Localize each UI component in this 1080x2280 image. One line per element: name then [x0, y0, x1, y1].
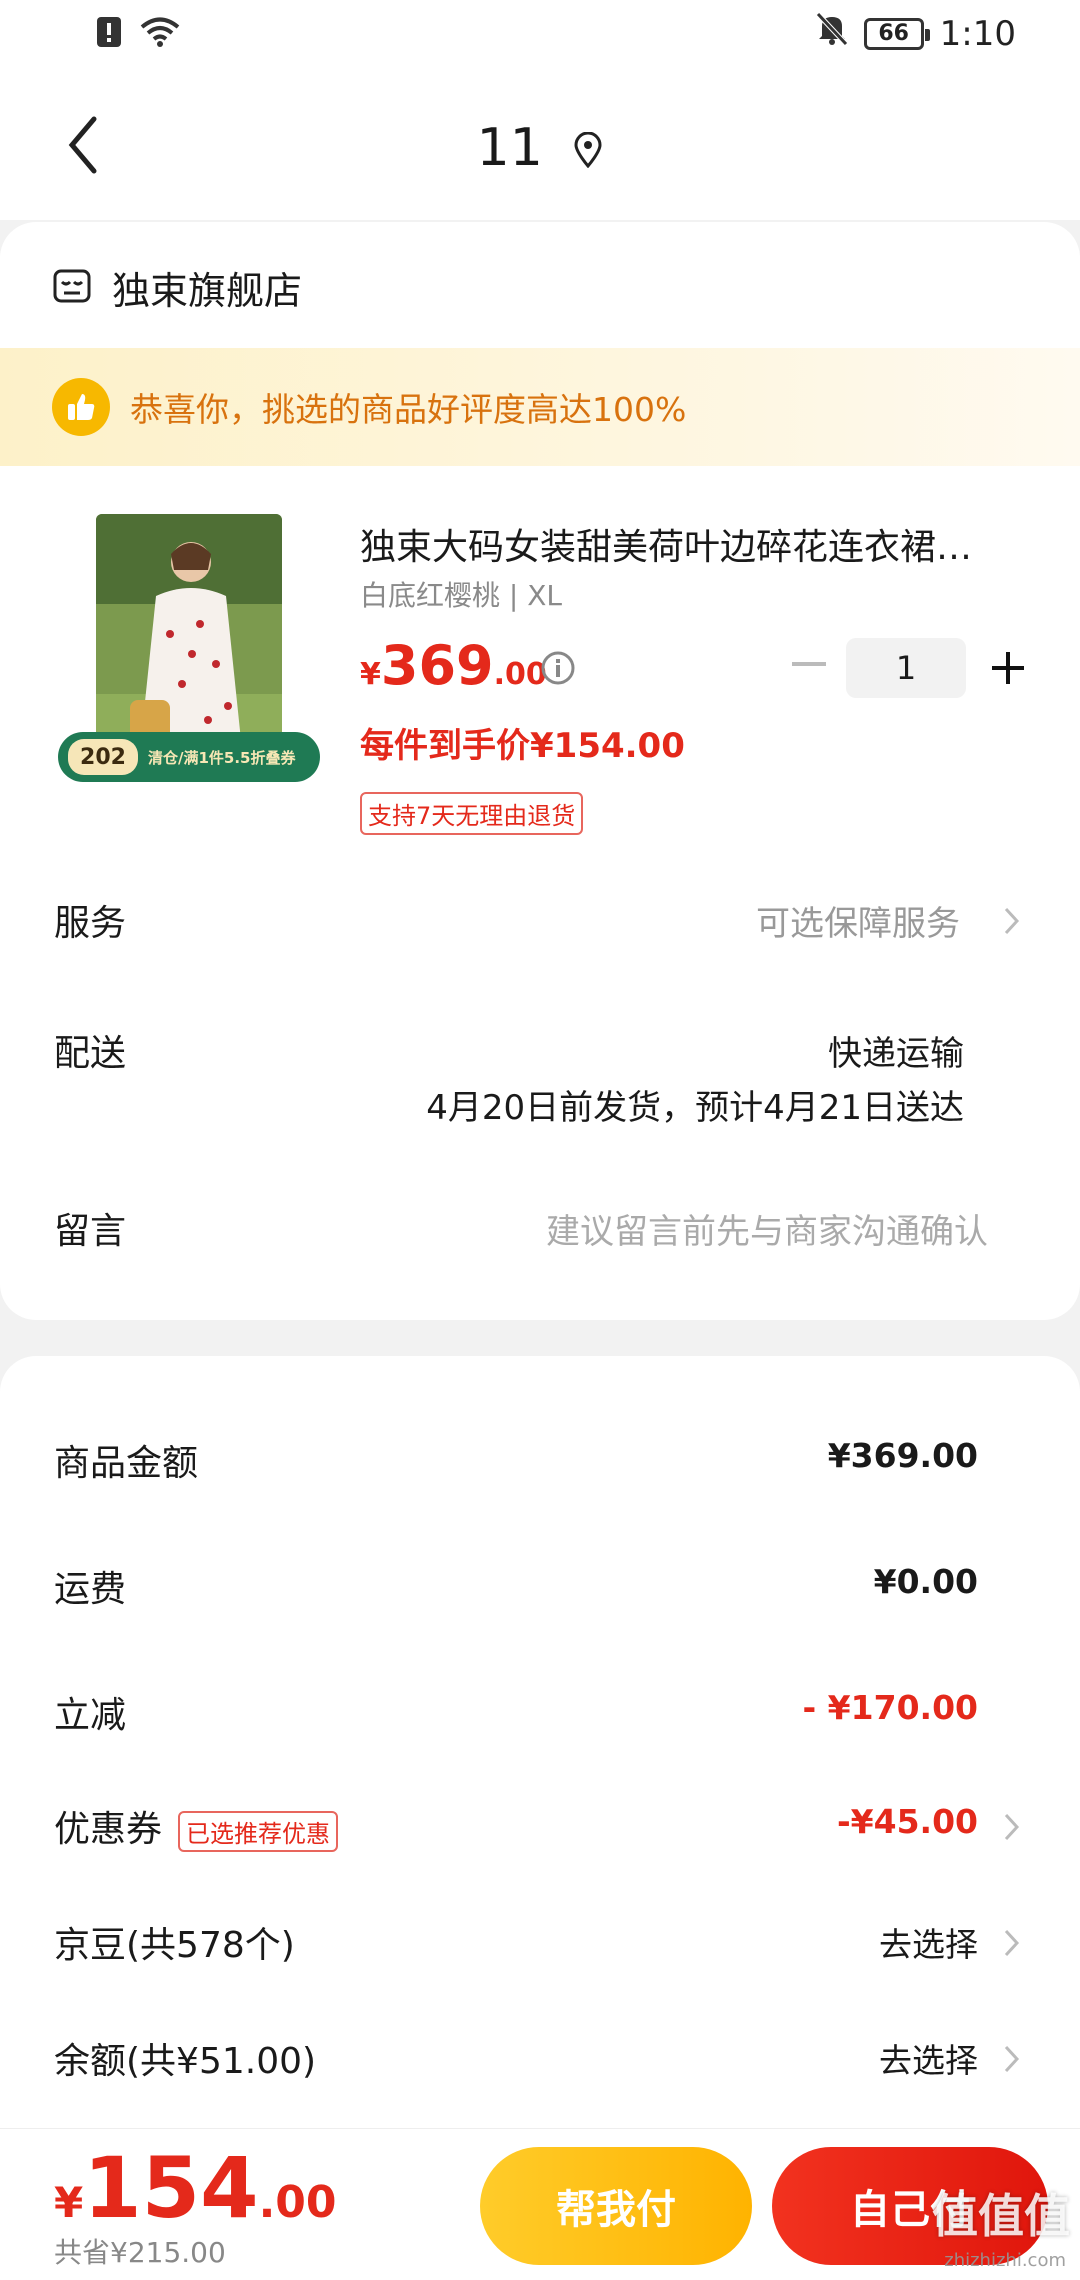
- shipping-label: 运费: [54, 1569, 127, 1610]
- return-policy-badge: 支持7天无理由退货: [360, 792, 584, 835]
- product-price: ¥369.00: [360, 634, 547, 697]
- order-item-card: 独束旗舰店 恭喜你，挑选的商品好评度高达100% 202 清仓/满1件5.5折叠…: [0, 222, 1080, 1320]
- praise-text: 恭喜你，挑选的商品好评度高达100%: [130, 390, 687, 429]
- service-selector[interactable]: 可选保障服务: [756, 896, 960, 945]
- alert-icon: [96, 16, 122, 52]
- chevron-right-icon: [1002, 1812, 1020, 1842]
- coupon-label: 优惠券: [54, 1809, 163, 1850]
- product-title[interactable]: 独束大码女装甜美荷叶边碎花连衣裙…: [360, 518, 1030, 570]
- quantity-increase-button[interactable]: [986, 646, 1030, 690]
- goods-amount-value: ¥369.00: [827, 1436, 978, 1475]
- jd-beans-label: 京豆(共578个): [54, 1925, 295, 1966]
- discount-value: - ¥170.00: [802, 1688, 979, 1727]
- battery-icon: 66: [863, 17, 930, 50]
- coupon-badge-number: 202: [68, 739, 138, 775]
- jd-beans-select[interactable]: 去选择: [879, 1918, 978, 1966]
- location-pin-icon: [573, 121, 603, 181]
- coupon-row[interactable]: 优惠券 已选推荐优惠: [54, 1800, 339, 1852]
- product-spec[interactable]: 白底红樱桃 | XL: [360, 574, 562, 614]
- order-confirm-screen: 66 1:10 11 独束旗舰店 恭喜你，挑选的商品好评度高达100% 202 …: [0, 0, 1080, 2280]
- nav-bar: 11: [0, 72, 1080, 220]
- total-symbol: ¥: [54, 2178, 84, 2227]
- delivery-method[interactable]: 快递运输: [828, 1026, 964, 1075]
- status-bar: 66 1:10: [0, 0, 1080, 72]
- total-decimal: .00: [258, 2177, 337, 2228]
- message-input[interactable]: 建议留言前先与商家沟通确认: [546, 1204, 988, 1253]
- chevron-right-icon: [1002, 2044, 1020, 2074]
- store-icon: [52, 266, 92, 310]
- watermark-url: zhizhizhi.com: [944, 2250, 1066, 2271]
- unit-final-price: 每件到手价¥154.00: [360, 726, 685, 766]
- shipping-value: ¥0.00: [873, 1562, 978, 1601]
- service-label: 服务: [54, 903, 127, 944]
- checkout-bar: ¥154.00 共省¥215.00 帮我付 自己付: [0, 2128, 1080, 2280]
- chevron-right-icon: [1002, 906, 1020, 936]
- total-saved: 共省¥215.00: [54, 2236, 226, 2269]
- price-integer: 369: [380, 634, 494, 697]
- info-icon[interactable]: [540, 650, 576, 690]
- chevron-right-icon: [1002, 1928, 1020, 1958]
- page-title: 11: [476, 118, 543, 178]
- delivery-label: 配送: [54, 1033, 127, 1074]
- coupon-badge-text: 清仓/满1件5.5折叠券: [148, 748, 296, 767]
- coupon-value[interactable]: -¥45.00: [837, 1802, 978, 1841]
- goods-amount-label: 商品金额: [54, 1443, 199, 1484]
- balance-select[interactable]: 去选择: [879, 2034, 978, 2082]
- quantity-field[interactable]: 1: [846, 638, 966, 698]
- quantity-decrease-button[interactable]: [792, 662, 826, 666]
- thumbs-up-icon: [52, 378, 110, 436]
- wifi-icon: [140, 16, 180, 52]
- coupon-recommended-tag: 已选推荐优惠: [178, 1810, 339, 1852]
- shop-header[interactable]: 独束旗舰店: [52, 260, 302, 315]
- total-price: ¥154.00: [54, 2139, 337, 2237]
- shop-name: 独束旗舰店: [112, 269, 303, 313]
- coupon-badge: 202 清仓/满1件5.5折叠券: [58, 732, 320, 782]
- message-label: 留言: [54, 1211, 127, 1252]
- price-symbol: ¥: [360, 657, 381, 692]
- help-pay-button[interactable]: 帮我付: [480, 2147, 752, 2265]
- watermark: 值值值: [932, 2189, 1070, 2243]
- total-integer: 154: [83, 2139, 259, 2237]
- clock: 1:10: [939, 13, 1016, 54]
- price-summary-card: 商品金额 ¥369.00 运费 ¥0.00 立减 - ¥170.00 优惠券 已选…: [0, 1356, 1080, 2256]
- discount-label: 立减: [54, 1695, 127, 1736]
- praise-banner: 恭喜你，挑选的商品好评度高达100%: [0, 348, 1080, 466]
- mute-bell-icon: [815, 12, 848, 55]
- delivery-eta: 4月20日前发货，预计4月21日送达: [426, 1088, 964, 1128]
- address-selector[interactable]: 11: [0, 118, 1080, 181]
- balance-label: 余额(共¥51.00): [54, 2041, 317, 2082]
- price-decimal: .00: [493, 657, 547, 692]
